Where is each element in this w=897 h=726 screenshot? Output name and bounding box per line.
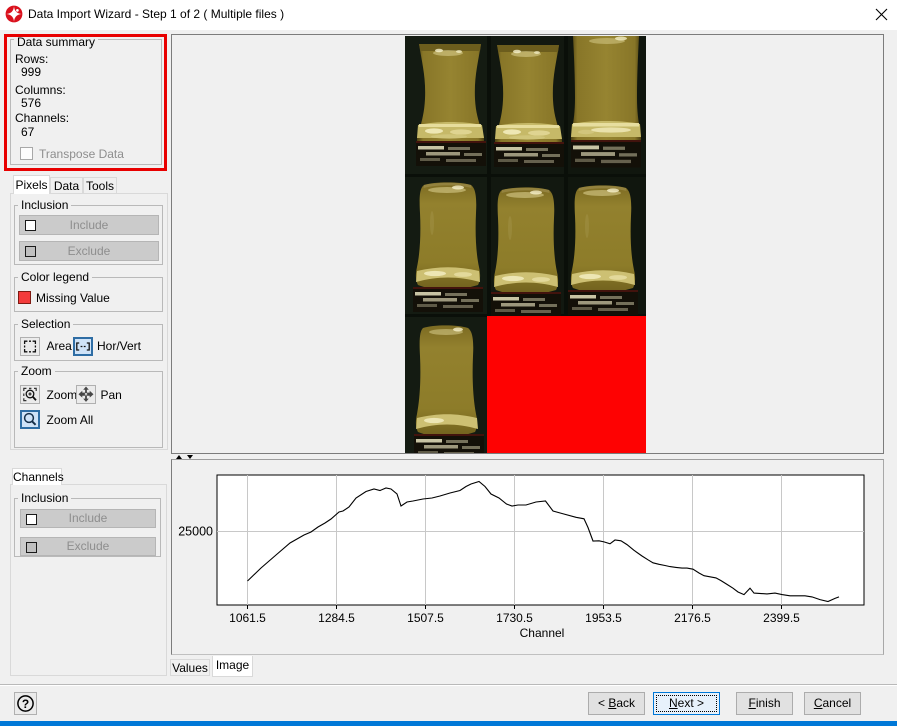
svg-text:2399.5: 2399.5 <box>763 611 800 625</box>
svg-text:1730.5: 1730.5 <box>496 611 533 625</box>
svg-text:1284.5: 1284.5 <box>318 611 355 625</box>
svg-text:1507.5: 1507.5 <box>407 611 444 625</box>
svg-text:25000: 25000 <box>178 525 213 539</box>
svg-text:Channel: Channel <box>520 626 565 640</box>
svg-text:2176.5: 2176.5 <box>674 611 711 625</box>
svg-text:?: ? <box>22 697 29 711</box>
svg-text:1953.5: 1953.5 <box>585 611 622 625</box>
svg-text:1061.5: 1061.5 <box>229 611 266 625</box>
